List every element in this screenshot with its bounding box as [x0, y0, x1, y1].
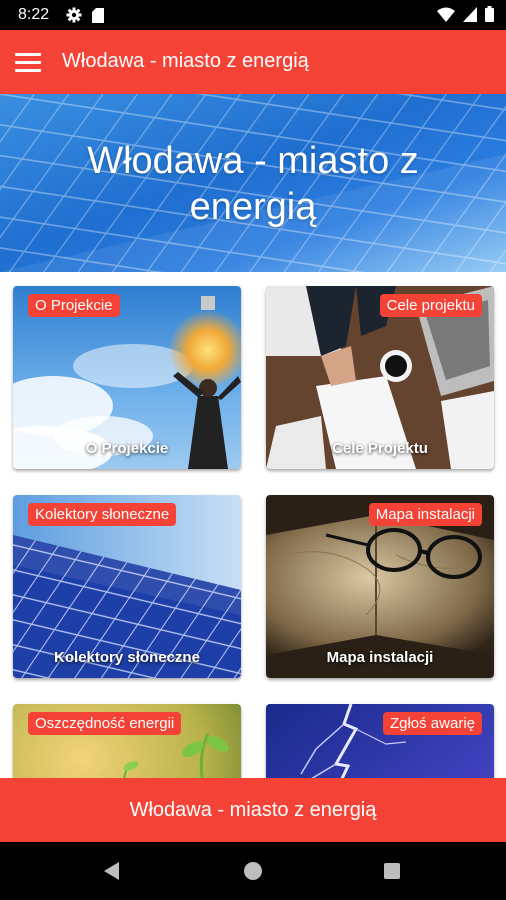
card-oszczednosc-energii[interactable]: Oszczędność energii: [13, 704, 241, 778]
card-caption: Cele Projektu: [332, 440, 428, 457]
navigation-bar: [0, 842, 506, 900]
card-zglos-awarie[interactable]: Zgłoś awarię: [266, 704, 494, 778]
card-badge: Mapa instalacji: [368, 503, 482, 526]
card-o-projekcie[interactable]: O Projekcie O Projekcie: [13, 286, 241, 469]
card-grid: O Projekcie O Projekcie Cele projektu Ce…: [0, 272, 506, 778]
bottom-banner[interactable]: Włodawa - miasto z energią: [0, 778, 506, 842]
hero-title: Włodawa - miasto z energią: [87, 140, 419, 228]
card-caption: O Projekcie: [85, 440, 169, 457]
sd-card-icon: [92, 7, 104, 23]
card-badge: Zgłoś awarię: [382, 712, 482, 735]
app-bar: Włodawa - miasto z energią: [0, 30, 506, 94]
card-cele-projektu[interactable]: Cele projektu Cele Projektu: [266, 286, 494, 469]
card-badge: Oszczędność energii: [28, 712, 182, 735]
card-caption: Kolektory słoneczne: [54, 649, 200, 666]
wifi-icon: [437, 7, 455, 22]
app-title: Włodawa - miasto z energią: [62, 50, 309, 72]
battery-icon: [485, 6, 494, 22]
card-kolektory-sloneczne[interactable]: Kolektory słoneczne Kolektory słoneczne: [13, 495, 241, 678]
back-icon[interactable]: [104, 862, 119, 880]
status-time: 8:22: [18, 6, 50, 23]
card-caption: Mapa instalacji: [326, 649, 434, 666]
card-badge: O Projekcie: [28, 294, 120, 317]
signal-icon: [463, 6, 477, 22]
gear-icon: [66, 7, 82, 23]
card-badge: Kolektory słoneczne: [28, 503, 177, 526]
card-mapa-instalacji[interactable]: Mapa instalacji Mapa instalacji: [266, 495, 494, 678]
recents-icon[interactable]: [384, 863, 400, 879]
hero-banner: Włodawa - miasto z energią: [0, 94, 506, 272]
hamburger-menu-icon[interactable]: [12, 46, 44, 78]
status-bar: 8:22: [0, 0, 506, 30]
home-icon[interactable]: [244, 862, 262, 880]
card-badge: Cele projektu: [379, 294, 482, 317]
